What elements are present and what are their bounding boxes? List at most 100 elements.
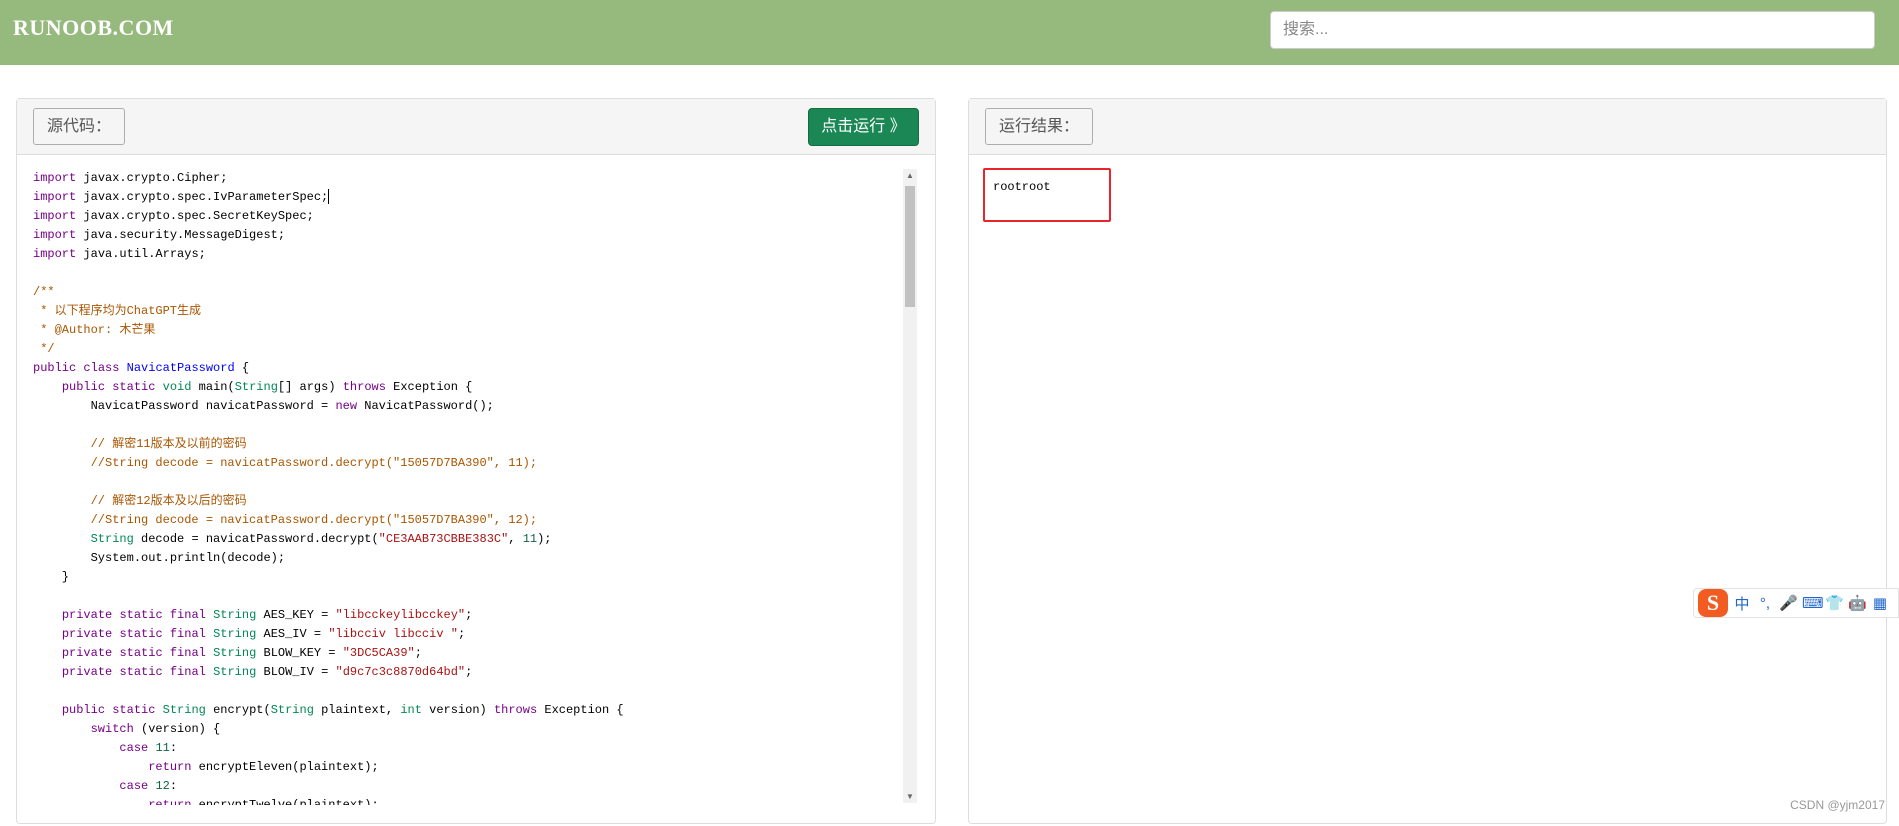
code-line[interactable] — [33, 416, 935, 435]
code-line[interactable]: System.out.println(decode); — [33, 549, 935, 568]
code-token: encrypt( — [205, 703, 271, 717]
ime-skin-icon[interactable]: 👕 — [1825, 594, 1844, 612]
code-line[interactable] — [33, 682, 935, 701]
code-token: plaintext, — [313, 703, 401, 717]
code-line[interactable]: case 12: — [33, 777, 935, 796]
code-token: case — [119, 779, 149, 793]
code-line[interactable]: private static final String AES_KEY = "l… — [33, 606, 935, 625]
code-token: "libcckeylibcckey" — [335, 608, 466, 622]
code-line[interactable] — [33, 587, 935, 606]
scroll-thumb[interactable] — [905, 186, 915, 307]
code-line[interactable]: private static final String BLOW_KEY = "… — [33, 644, 935, 663]
code-token: AES_IV = — [256, 627, 329, 641]
code-token: ; — [465, 608, 473, 622]
ime-toolbar[interactable]: S 中 °, 🎤 ⌨ 👕 🤖 ▦ — [1693, 588, 1899, 618]
code-token: AES_KEY = — [256, 608, 336, 622]
code-token: public — [33, 361, 77, 375]
ime-punctuation-icon[interactable]: °, — [1756, 595, 1774, 612]
code-editor-scrollbar[interactable]: ▲ ▼ — [903, 169, 917, 803]
source-code-panel: 源代码： 点击运行 》 import javax.crypto.Cipher; i… — [16, 98, 936, 824]
code-line[interactable]: private static final String BLOW_IV = "d… — [33, 663, 935, 682]
code-token: import — [33, 171, 77, 185]
code-token: decode = navicatPassword.decrypt( — [133, 532, 379, 546]
code-token: public — [61, 703, 106, 717]
code-line[interactable] — [33, 473, 935, 492]
code-line[interactable]: * 以下程序均为ChatGPT生成 — [33, 302, 935, 321]
code-line[interactable]: public class NavicatPassword { — [33, 359, 935, 378]
source-code-label[interactable]: 源代码： — [33, 108, 126, 145]
code-token: System.out.println(decode); — [33, 551, 286, 565]
code-token: static — [119, 646, 163, 660]
code-line[interactable]: // 解密11版本及以前的密码 — [33, 435, 935, 454]
code-line[interactable]: * @Author: 木芒果 — [33, 321, 935, 340]
code-token: throws — [342, 380, 386, 394]
code-line[interactable]: return encryptEleven(plaintext); — [33, 758, 935, 777]
watermark: CSDN @yjm2017 — [1790, 798, 1885, 812]
code-line[interactable]: private static final String AES_IV = "li… — [33, 625, 935, 644]
code-line[interactable]: NavicatPassword navicatPassword = new Na… — [33, 397, 935, 416]
code-line[interactable]: import java.security.MessageDigest; — [33, 226, 935, 245]
code-line[interactable]: // 解密12版本及以后的密码 — [33, 492, 935, 511]
code-line[interactable]: */ — [33, 340, 935, 359]
code-line[interactable]: /** — [33, 283, 935, 302]
code-line[interactable]: import java.util.Arrays; — [33, 245, 935, 264]
code-line[interactable]: import javax.crypto.Cipher; — [33, 169, 935, 188]
run-button[interactable]: 点击运行 》 — [808, 108, 919, 146]
code-token: BLOW_KEY = — [256, 646, 343, 660]
code-line[interactable]: String decode = navicatPassword.decrypt(… — [33, 530, 935, 549]
ime-chinese-mode-icon[interactable]: 中 — [1733, 593, 1751, 614]
code-token: class — [83, 361, 120, 375]
code-token: "3DC5CA39" — [342, 646, 415, 660]
code-token: static — [119, 608, 163, 622]
result-output: rootroot — [993, 180, 1051, 194]
code-token: */ — [33, 342, 55, 356]
code-token: 11 — [522, 532, 538, 546]
code-line[interactable]: import javax.crypto.spec.IvParameterSpec… — [33, 188, 935, 207]
code-line[interactable]: public static void main(String[] args) t… — [33, 378, 935, 397]
scroll-up-arrow-icon[interactable]: ▲ — [903, 169, 917, 182]
code-token: int — [400, 703, 422, 717]
code-token: javax.crypto.Cipher; — [76, 171, 228, 185]
code-token: { — [234, 361, 250, 375]
code-token: switch — [90, 722, 134, 736]
code-line[interactable]: public static String encrypt(String plai… — [33, 701, 935, 720]
code-line[interactable]: switch (version) { — [33, 720, 935, 739]
site-logo[interactable]: RUNOOB.COM — [13, 15, 174, 41]
ime-assistant-icon[interactable]: 🤖 — [1848, 594, 1867, 612]
code-line[interactable]: import javax.crypto.spec.SecretKeySpec; — [33, 207, 935, 226]
code-line[interactable]: } — [33, 568, 935, 587]
ime-menu-icon[interactable]: ▦ — [1871, 594, 1889, 612]
code-text[interactable]: import javax.crypto.Cipher; import javax.… — [33, 169, 935, 805]
code-line[interactable]: case 11: — [33, 739, 935, 758]
sogou-ime-logo-icon[interactable]: S — [1698, 589, 1728, 617]
scroll-down-arrow-icon[interactable]: ▼ — [903, 790, 917, 803]
code-line[interactable] — [33, 264, 935, 283]
search-input[interactable] — [1270, 11, 1875, 49]
code-token: String — [90, 532, 134, 546]
code-token: java.util.Arrays; — [76, 247, 206, 261]
code-token: String — [270, 703, 314, 717]
code-editor[interactable]: import javax.crypto.Cipher; import javax.… — [33, 169, 935, 805]
code-line[interactable]: return encryptTwelve(plaintext); — [33, 796, 935, 805]
code-token: NavicatPassword navicatPassword = — [33, 399, 336, 413]
code-line[interactable]: //String decode = navicatPassword.decryp… — [33, 454, 935, 473]
code-line[interactable]: //String decode = navicatPassword.decryp… — [33, 511, 935, 530]
code-token: 11 — [155, 741, 170, 755]
code-token: // 解密11版本及以前的密码 — [90, 437, 247, 451]
ime-keyboard-icon[interactable]: ⌨ — [1802, 594, 1824, 612]
result-label[interactable]: 运行结果： — [985, 108, 1094, 145]
code-token: new — [335, 399, 358, 413]
code-token: private — [61, 627, 113, 641]
ime-voice-icon[interactable]: 🎤 — [1779, 594, 1798, 612]
